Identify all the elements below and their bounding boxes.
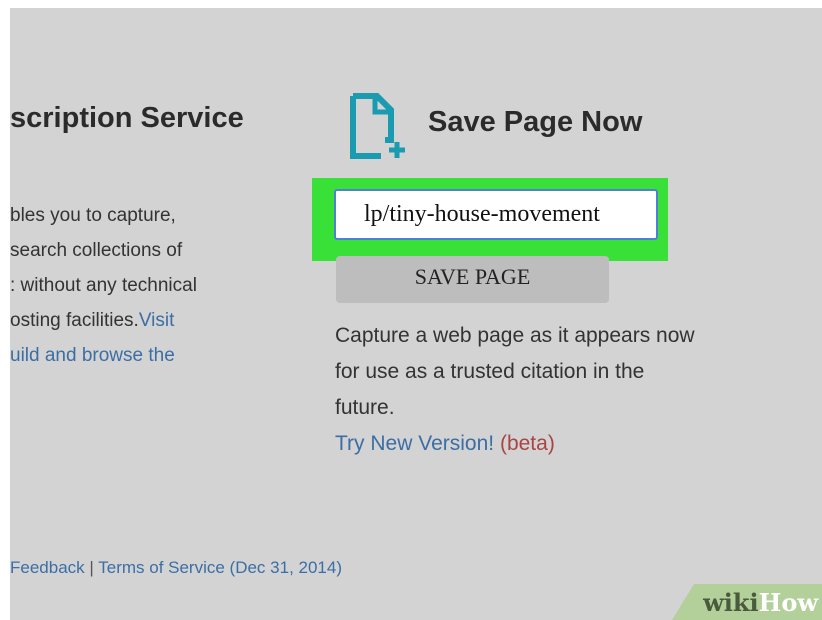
desc-line: for use as a trusted citation in the — [335, 360, 645, 383]
desc-line: : without any technical — [10, 275, 197, 296]
document-add-icon — [350, 93, 405, 159]
service-title: scription Service — [10, 102, 244, 134]
desc-line-text: osting facilities. — [10, 310, 139, 331]
wikihow-watermark: wikiHow — [703, 588, 818, 617]
try-new-version-link[interactable]: Try New Version! — [335, 432, 494, 455]
feedback-link[interactable]: Feedback — [10, 558, 85, 577]
terms-link[interactable]: Terms of Service (Dec 31, 2014) — [98, 558, 342, 577]
desc-line: osting facilities.Visit — [10, 303, 197, 338]
watermark-how: How — [758, 588, 818, 617]
save-page-button[interactable]: SAVE PAGE — [336, 256, 609, 303]
desc-line: bles you to capture, — [10, 205, 176, 226]
try-new-version-line: Try New Version! (beta) — [335, 426, 695, 462]
watermark-wiki: wiki — [703, 588, 759, 617]
desc-line: future. — [335, 396, 395, 419]
service-description: bles you to capture, search collections … — [10, 198, 197, 373]
url-input[interactable] — [334, 189, 658, 240]
save-page-description: Capture a web page as it appears now for… — [335, 318, 695, 462]
beta-label: (beta) — [499, 432, 555, 455]
footer-separator: | — [84, 558, 99, 577]
build-browse-link[interactable]: uild and browse the — [10, 338, 197, 373]
visit-link[interactable]: Visit — [139, 310, 175, 331]
footer: Feedback | Terms of Service (Dec 31, 201… — [10, 558, 342, 578]
save-page-title: Save Page Now — [428, 106, 643, 138]
page-panel: scription Service bles you to capture, s… — [10, 8, 822, 620]
desc-line: search collections of — [10, 240, 183, 261]
desc-line: Capture a web page as it appears now — [335, 324, 695, 347]
